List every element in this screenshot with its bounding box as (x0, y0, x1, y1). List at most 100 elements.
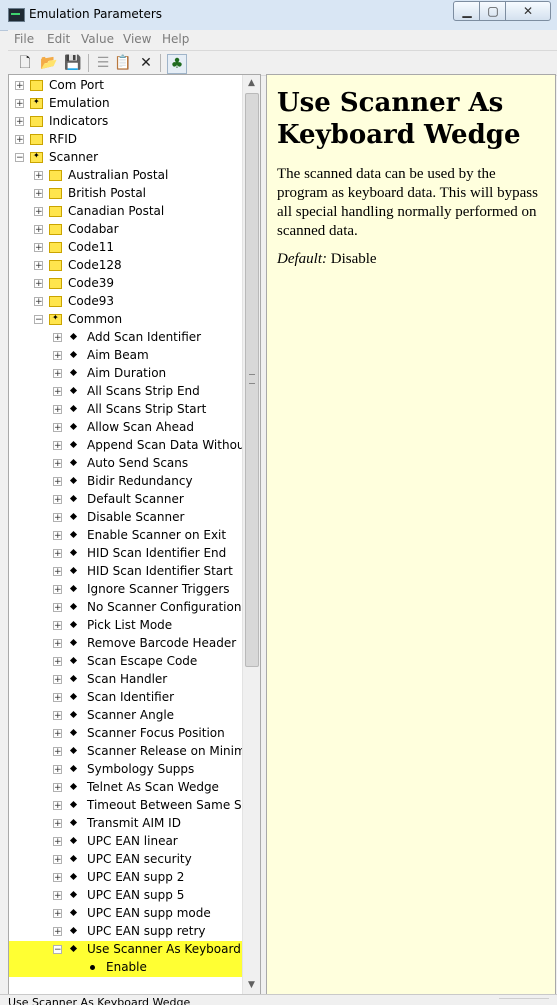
tree-setting-item[interactable]: + Enable Scanner on Exit (9, 527, 242, 545)
tree-folder-item[interactable]: − Scanner (9, 149, 242, 167)
expand-icon[interactable]: + (53, 801, 62, 811)
tree-setting-item[interactable]: + Bidir Redundancy (9, 473, 242, 491)
expand-icon[interactable]: + (53, 765, 62, 775)
tree-folder-item[interactable]: + Code93 (9, 293, 242, 311)
delete-icon[interactable]: ✕ (137, 54, 155, 72)
expand-icon[interactable]: + (53, 873, 62, 883)
tree-folder-item[interactable]: + Code39 (9, 275, 242, 293)
parameter-tree[interactable]: + Com Port + Emulation + Indicators + RFID − Scan… (8, 74, 261, 995)
title-bar[interactable]: Emulation Parameters ▁ ▢ ✕ (0, 0, 557, 31)
tree-setting-item[interactable]: + Append Scan Data Without CI (9, 437, 242, 455)
tree-setting-item[interactable]: + Default Scanner (9, 491, 242, 509)
tree-folder-item[interactable]: + Code128 (9, 257, 242, 275)
expand-icon[interactable]: + (53, 621, 62, 631)
tree-folder-item[interactable]: + RFID (9, 131, 242, 149)
collapse-icon[interactable]: − (53, 945, 62, 955)
tree-setting-item[interactable]: + Telnet As Scan Wedge (9, 779, 242, 797)
expand-icon[interactable]: + (53, 855, 62, 865)
expand-icon[interactable]: + (53, 369, 62, 379)
expand-icon[interactable]: + (53, 603, 62, 613)
list-icon[interactable]: ☰ (94, 54, 112, 72)
expand-icon[interactable]: + (53, 423, 62, 433)
expand-icon[interactable]: + (53, 441, 62, 451)
menu-help[interactable]: Help (162, 32, 189, 46)
tree-setting-item[interactable]: + Transmit AIM ID (9, 815, 242, 833)
expand-icon[interactable]: + (34, 261, 43, 271)
tree-folder-item[interactable]: + Code11 (9, 239, 242, 257)
tree-setting-item[interactable]: + UPC EAN supp 2 (9, 869, 242, 887)
expand-icon[interactable]: + (53, 549, 62, 559)
tree-setting-item[interactable]: + Scanner Release on Minimize (9, 743, 242, 761)
expand-icon[interactable]: + (15, 99, 24, 109)
expand-icon[interactable]: + (53, 783, 62, 793)
close-button[interactable]: ✕ (505, 1, 551, 21)
expand-icon[interactable]: + (53, 459, 62, 469)
tree-setting-item[interactable]: + Auto Send Scans (9, 455, 242, 473)
expand-icon[interactable]: + (53, 711, 62, 721)
tree-setting-item[interactable]: + Remove Barcode Header (9, 635, 242, 653)
tree-folder-item[interactable]: + British Postal (9, 185, 242, 203)
expand-icon[interactable]: + (34, 189, 43, 199)
expand-icon[interactable]: + (34, 297, 43, 307)
expand-icon[interactable]: + (53, 513, 62, 523)
expand-icon[interactable]: + (53, 333, 62, 343)
tree-folder-item[interactable]: + Canadian Postal (9, 203, 242, 221)
tree-folder-item[interactable]: + Emulation (9, 95, 242, 113)
expand-icon[interactable]: + (53, 351, 62, 361)
save-icon[interactable]: 💾 (64, 54, 82, 72)
menu-file[interactable]: File (14, 32, 34, 46)
tree-setting-item[interactable]: + Scan Identifier (9, 689, 242, 707)
scroll-thumb[interactable] (245, 93, 259, 667)
menu-value[interactable]: Value (81, 32, 114, 46)
tree-setting-item[interactable]: − Use Scanner As Keyboard Wec (9, 941, 242, 959)
expand-icon[interactable]: + (53, 693, 62, 703)
tree-folder-item[interactable]: + Australian Postal (9, 167, 242, 185)
expand-icon[interactable]: + (53, 405, 62, 415)
expand-icon[interactable]: + (34, 207, 43, 217)
minimize-button[interactable]: ▁ (453, 1, 481, 21)
expand-icon[interactable]: + (53, 819, 62, 829)
tree-setting-item[interactable]: + Scanner Focus Position (9, 725, 242, 743)
expand-icon[interactable]: + (53, 585, 62, 595)
expand-icon[interactable]: + (15, 81, 24, 91)
expand-icon[interactable]: + (34, 171, 43, 181)
tree-icon[interactable]: ♣ (167, 54, 187, 74)
tree-setting-item[interactable]: + Aim Beam (9, 347, 242, 365)
open-icon[interactable]: 📂 (40, 54, 58, 72)
expand-icon[interactable]: + (53, 639, 62, 649)
tree-setting-item[interactable]: + Pick List Mode (9, 617, 242, 635)
expand-icon[interactable]: + (53, 837, 62, 847)
tree-setting-item[interactable]: + Symbology Supps (9, 761, 242, 779)
expand-icon[interactable]: + (53, 387, 62, 397)
tree-setting-item[interactable]: + No Scanner Configuration (9, 599, 242, 617)
tree-setting-item[interactable]: + HID Scan Identifier Start (9, 563, 242, 581)
size-grip[interactable] (499, 998, 549, 1005)
tree-setting-item[interactable]: + HID Scan Identifier End (9, 545, 242, 563)
expand-icon[interactable]: + (53, 891, 62, 901)
tree-setting-item[interactable]: + Allow Scan Ahead (9, 419, 242, 437)
maximize-button[interactable]: ▢ (479, 1, 507, 21)
tree-setting-item[interactable]: + UPC EAN supp mode (9, 905, 242, 923)
tree-setting-item[interactable]: + Scanner Angle (9, 707, 242, 725)
tree-folder-item[interactable]: − Common (9, 311, 242, 329)
tree-folder-item[interactable]: + Indicators (9, 113, 242, 131)
tree-setting-item[interactable]: + UPC EAN security (9, 851, 242, 869)
expand-icon[interactable]: + (53, 657, 62, 667)
collapse-icon[interactable]: − (34, 315, 43, 325)
expand-icon[interactable]: + (34, 243, 43, 253)
expand-icon[interactable]: + (15, 135, 24, 145)
collapse-icon[interactable]: − (15, 153, 24, 163)
new-icon[interactable]: 🗋 (16, 54, 34, 72)
scroll-up-icon[interactable]: ▲ (243, 75, 260, 92)
expand-icon[interactable]: + (53, 675, 62, 685)
tree-setting-item[interactable]: + Ignore Scanner Triggers (9, 581, 242, 599)
tree-setting-item[interactable]: + All Scans Strip Start (9, 401, 242, 419)
expand-icon[interactable]: + (53, 567, 62, 577)
menu-view[interactable]: View (123, 32, 151, 46)
properties-icon[interactable]: 📋 (114, 54, 132, 72)
tree-setting-item[interactable]: + UPC EAN linear (9, 833, 242, 851)
tree-setting-item[interactable]: + All Scans Strip End (9, 383, 242, 401)
expand-icon[interactable]: + (53, 927, 62, 937)
tree-setting-item[interactable]: + Add Scan Identifier (9, 329, 242, 347)
expand-icon[interactable]: + (53, 495, 62, 505)
